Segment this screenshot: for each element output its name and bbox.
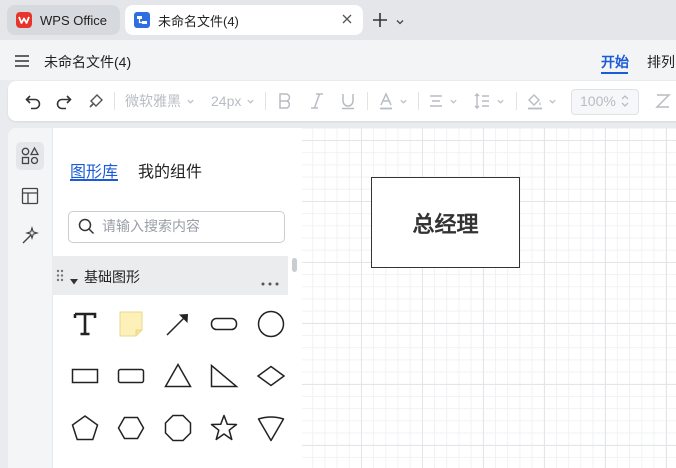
zoom-value-wrap: 100%: [580, 91, 616, 111]
zoom-stepper-icon[interactable]: [620, 91, 630, 111]
caret-down-icon[interactable]: [70, 272, 78, 285]
magic-icon[interactable]: [20, 226, 40, 246]
font-size-select[interactable]: 24px: [211, 91, 255, 111]
active-tab-indicator: [70, 179, 118, 181]
tab-label: WPS Office: [40, 12, 107, 28]
scrollbar-thumb[interactable]: [292, 258, 297, 272]
format-painter-icon[interactable]: [87, 91, 105, 111]
toolbar-divider: [265, 92, 266, 110]
category-title: 基础图形: [84, 269, 140, 285]
hexagon-shape-icon[interactable]: [116, 413, 146, 443]
pentagon-shape-icon[interactable]: [70, 413, 100, 443]
toolbar-divider: [418, 92, 419, 110]
menu-icon[interactable]: [15, 54, 29, 67]
search-input[interactable]: [102, 217, 272, 235]
triangle-shape-icon[interactable]: [163, 361, 193, 391]
circle-shape-icon[interactable]: [256, 309, 286, 339]
star-shape-icon[interactable]: [209, 413, 239, 443]
toolbar-divider: [114, 92, 115, 110]
font-color-icon[interactable]: [378, 91, 408, 111]
font-family-value: 微软雅黑: [125, 93, 181, 109]
soft-rectangle-icon[interactable]: [116, 361, 146, 391]
bold-icon[interactable]: [277, 91, 293, 111]
shapes-icon[interactable]: [20, 146, 40, 166]
align-icon[interactable]: [428, 91, 458, 111]
arrow-shape-icon[interactable]: [163, 309, 193, 339]
org-chart-node[interactable]: 总经理: [371, 177, 520, 268]
font-size-value: 24px: [211, 93, 242, 109]
close-icon[interactable]: [340, 12, 354, 26]
undo-icon[interactable]: [24, 91, 42, 111]
chevron-down-icon: [400, 99, 407, 104]
wps-logo-icon: [16, 12, 32, 28]
plus-icon[interactable]: [371, 11, 389, 29]
tab-arrange[interactable]: 排列: [647, 52, 675, 72]
zoom-value: 100%: [580, 93, 616, 109]
chevron-down-icon: [187, 99, 194, 104]
fill-color-icon[interactable]: [526, 91, 557, 111]
template-icon[interactable]: [20, 186, 40, 206]
tab-label: 未命名文件(4): [158, 13, 239, 29]
search-icon: [78, 218, 95, 235]
drag-handle-icon[interactable]: [56, 269, 64, 282]
funnel-shape-icon[interactable]: [256, 413, 286, 443]
right-triangle-icon[interactable]: [209, 361, 239, 391]
redo-icon[interactable]: [55, 91, 73, 111]
chevron-down-icon: [247, 99, 254, 104]
line-spacing-icon[interactable]: [473, 91, 505, 111]
tab-start[interactable]: 开始: [601, 52, 629, 72]
chevron-down-icon: [549, 99, 556, 104]
chevron-down-icon: [450, 99, 457, 104]
active-tab-indicator: [601, 72, 628, 74]
rectangle-shape-icon[interactable]: [70, 361, 100, 391]
document-title[interactable]: 未命名文件(4): [44, 52, 131, 72]
toolbar-divider: [516, 92, 517, 110]
underline-icon[interactable]: [340, 91, 356, 111]
more-icon[interactable]: [261, 273, 279, 286]
octagon-shape-icon[interactable]: [163, 413, 193, 443]
clear-format-icon[interactable]: [655, 91, 671, 111]
tab-my-components[interactable]: 我的组件: [138, 158, 202, 182]
text-shape-icon[interactable]: [70, 309, 100, 339]
sticky-note-icon[interactable]: [116, 309, 146, 339]
side-icon-rail: [8, 128, 53, 468]
tab-wps-office[interactable]: WPS Office: [7, 5, 120, 35]
italic-icon[interactable]: [309, 91, 325, 111]
diagram-file-icon: [134, 12, 150, 28]
tab-document[interactable]: 未命名文件(4): [125, 5, 363, 35]
font-family-select[interactable]: 微软雅黑: [125, 91, 195, 111]
chevron-down-icon[interactable]: [395, 14, 405, 25]
chevron-down-icon: [497, 99, 504, 104]
toolbar-divider: [367, 92, 368, 110]
diamond-shape-icon[interactable]: [256, 361, 286, 391]
rounded-rectangle-icon[interactable]: [209, 309, 239, 339]
